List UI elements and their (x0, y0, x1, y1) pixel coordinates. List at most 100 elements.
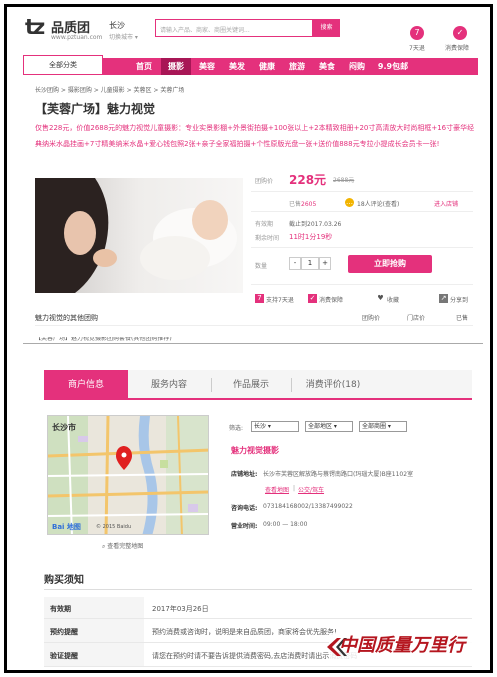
buy-now-button[interactable]: 立即抢购 (348, 255, 432, 273)
return-7day-link[interactable]: 7天退 (409, 43, 425, 52)
filter-area-value: 全部商圈 (362, 423, 387, 430)
section-divider (23, 343, 483, 344)
filter-district-select[interactable]: 全部地区 ▾ (305, 421, 353, 432)
remaining-label: 剩余时间 (255, 235, 280, 242)
valid-label: 有效期 (255, 221, 274, 228)
sold-label: 已售2605 (289, 199, 316, 208)
sold-label-text: 已售 (289, 201, 302, 208)
reviews-link[interactable]: 18人评论(查看) (357, 199, 399, 208)
screenshot-frame: tz 品质团 www.pztuan.com 长沙 切换城市 ▾ 请输入产品、商家… (4, 4, 493, 673)
map-brand: Bai 地图 (52, 523, 81, 531)
return-7day-small-icon: 7 (255, 294, 264, 303)
divider (251, 211, 473, 212)
return-7day-icon[interactable]: 7 (410, 26, 424, 40)
address-value: 长沙市芙蓉区解放路与蔡锷南路口(玛瑙大厦)B座1102室 (263, 471, 414, 478)
nav-item-health[interactable]: 健康 (252, 58, 282, 75)
filter-city-select[interactable]: 长沙 ▾ (251, 421, 299, 432)
support-7day-link[interactable]: 支持7天退 (266, 295, 294, 304)
logo-mark[interactable]: tz (25, 15, 45, 39)
hours-value: 09:00 — 18:00 (263, 521, 308, 528)
other-deals-title: 魅力视觉的其他团购 (35, 314, 98, 322)
nav-item-home[interactable]: 首页 (128, 58, 160, 75)
share-link[interactable]: 分享到 (450, 295, 468, 304)
heart-icon[interactable]: ♥ (376, 294, 385, 303)
filter-area-select[interactable]: 全部商圈 ▾ (359, 421, 407, 432)
notes-key: 验证提醒 (44, 643, 144, 666)
all-categories-button[interactable]: 全部分类 (23, 55, 103, 75)
filter-district-value: 全部地区 (308, 423, 333, 430)
tab-reviews[interactable]: 消费评价(18) (293, 370, 373, 400)
col-group-price: 团购价 (362, 315, 381, 322)
logo-url: www.pztuan.com (51, 34, 103, 41)
search-icon: ⌕ (102, 543, 106, 550)
map-tiles (48, 416, 208, 534)
guarantee-shield-icon[interactable]: ✓ (453, 26, 467, 40)
qty-label: 数量 (255, 263, 268, 270)
col-store-price: 门店价 (407, 315, 426, 322)
shop-name-link[interactable]: 魅力视觉摄影 (231, 445, 279, 456)
hours-label: 营业时间: (231, 523, 258, 530)
tab-merchant-info[interactable]: 商户信息 (44, 370, 128, 400)
view-full-map-text: 查看完整地图 (107, 543, 144, 550)
address-label: 店铺地址: (231, 471, 258, 478)
notes-key: 有效期 (44, 597, 144, 618)
original-price: 2688元 (333, 177, 355, 184)
map-copyright: © 2015 Baidu (96, 524, 132, 530)
comment-icon: … (345, 198, 354, 207)
phone-value: 073184168002/13387499022 (263, 503, 353, 510)
notes-row: 有效期 2017年03月26日 (44, 597, 472, 619)
share-icon[interactable]: ↗ (439, 294, 448, 303)
divider (44, 589, 472, 590)
filter-label: 筛选: (229, 425, 244, 432)
watermark-text: 中国质量万里行 (339, 635, 465, 656)
sold-count: 2605 (301, 201, 317, 208)
tab-separator (291, 378, 292, 392)
city-switch-link[interactable]: 切换城市 ▾ (109, 32, 138, 41)
deal-description: 仅售228元，价值2688元的魅力视觉儿童摄影：专业实景影棚+外景街拍摄+100… (35, 124, 475, 148)
bus-route-link[interactable]: 公交/驾车 (298, 485, 324, 494)
tab-portfolio[interactable]: 作品展示 (213, 370, 289, 400)
guarantee-link[interactable]: 消费保障 (445, 43, 469, 52)
enter-store-link[interactable]: 进入店铺 (434, 199, 458, 208)
nav-item-food[interactable]: 美食 (312, 58, 342, 75)
search-input[interactable]: 请输入产品、商家、商圈关键词... (155, 19, 313, 37)
qty-minus-button[interactable]: - (289, 257, 301, 270)
countdown: 11时1分19秒 (289, 233, 333, 241)
notes-value: 2017年03月26日 (152, 605, 209, 613)
filter-city-value: 长沙 (254, 423, 267, 430)
nav-item-beauty[interactable]: 美容 (192, 58, 222, 75)
notes-value: 预约消费或咨询时，说明是来自品质团，商家将会优先服务! (152, 628, 337, 636)
notes-key: 预约提醒 (44, 619, 144, 642)
link-separator: | (293, 485, 296, 492)
map-city-label: 长沙市 (52, 423, 76, 432)
search-button[interactable]: 搜索 (313, 19, 340, 37)
view-map-link[interactable]: 查看地图 (265, 485, 289, 494)
qty-input[interactable]: 1 (301, 257, 319, 270)
nav-item-photography[interactable]: 摄影 (161, 58, 191, 75)
nav-item-shopping[interactable]: 闷购 (342, 58, 372, 75)
baidu-map[interactable]: 长沙市 Bai 地图 © 2015 Baidu (47, 415, 209, 535)
group-price: 228元 (289, 173, 327, 187)
view-full-map-link[interactable]: ⌕ 查看完整地图 (102, 541, 143, 551)
nav-item-hair[interactable]: 美发 (222, 58, 252, 75)
qty-plus-button[interactable]: + (319, 257, 331, 270)
tab-separator (211, 378, 212, 392)
guarantee-small-link[interactable]: 消费保障 (319, 295, 343, 304)
divider (251, 191, 473, 192)
guarantee-small-icon: ✓ (308, 294, 317, 303)
tab-service-content[interactable]: 服务内容 (129, 370, 209, 400)
divider (251, 247, 473, 248)
current-city: 长沙 (109, 21, 125, 30)
deal-title: 【芙蓉广场】魅力视觉 (35, 102, 156, 116)
divider (35, 325, 473, 326)
notes-title: 购买须知 (44, 575, 84, 586)
breadcrumb[interactable]: 长沙团购 > 摄影团购 > 儿童摄影 > 芙蓉区 > 芙蓉广场 (35, 85, 184, 94)
favorite-link[interactable]: 收藏 (387, 295, 399, 304)
phone-label: 咨询电话: (231, 505, 258, 512)
deal-photo[interactable] (35, 178, 243, 293)
nav-item-free-shipping[interactable]: 9.9包邮 (372, 58, 414, 75)
col-sold: 已售 (456, 315, 469, 322)
price-label: 团购价 (255, 178, 274, 185)
mother-baby-photo (35, 178, 243, 293)
nav-item-travel[interactable]: 旅游 (282, 58, 312, 75)
